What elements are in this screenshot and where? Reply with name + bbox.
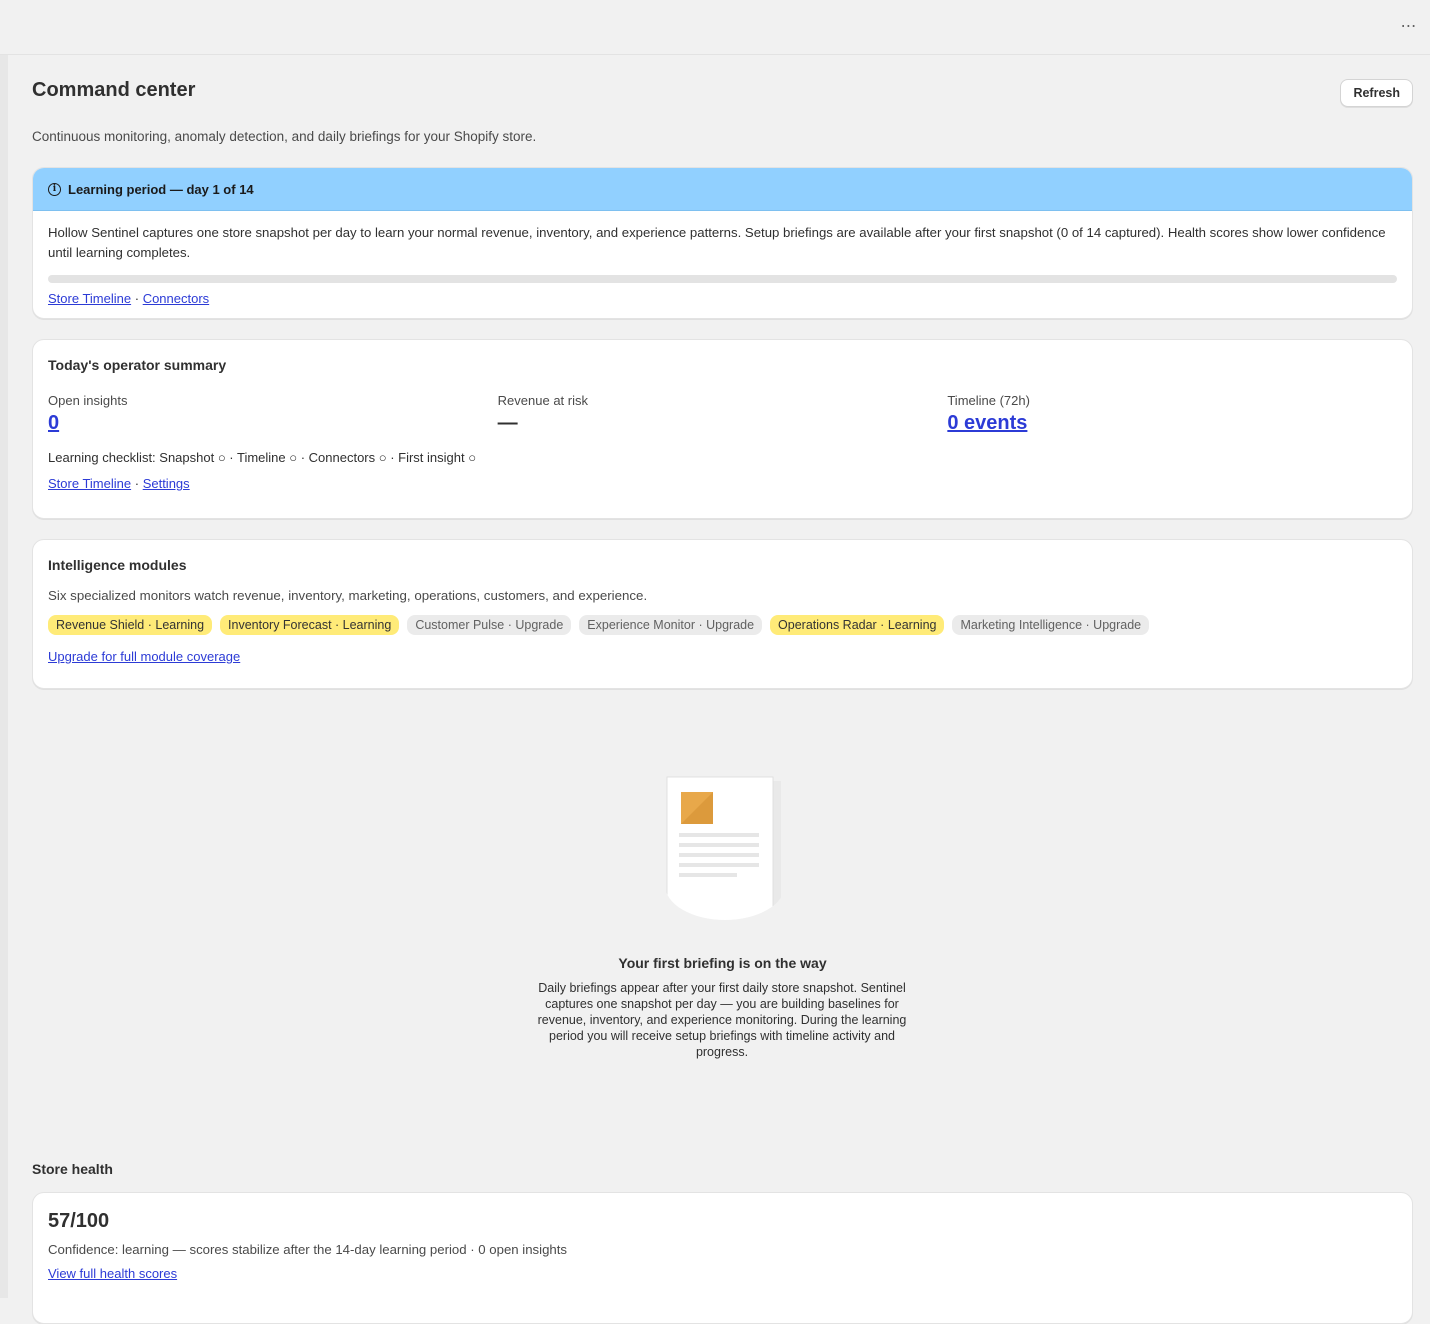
summary-metrics: Open insights 0 Revenue at risk — Timeli… bbox=[48, 393, 1397, 438]
module-chip-inventory-forecast: Inventory Forecast · Learning bbox=[220, 615, 400, 635]
metric-label: Open insights bbox=[48, 393, 128, 408]
metric-label: Timeline (72h) bbox=[947, 393, 1030, 408]
empty-state-title: Your first briefing is on the way bbox=[618, 955, 827, 971]
revenue-at-risk-value: — bbox=[497, 412, 518, 434]
summary-title: Today's operator summary bbox=[48, 357, 227, 373]
metric-label: Revenue at risk bbox=[497, 393, 588, 408]
modules-description: Six specialized monitors watch revenue, … bbox=[48, 588, 648, 603]
module-chip-experience-monitor: Experience Monitor · Upgrade bbox=[579, 615, 763, 635]
metric-timeline: Timeline (72h) 0 events bbox=[947, 393, 1397, 438]
view-health-scores-link[interactable]: View full health scores bbox=[48, 1266, 177, 1281]
upgrade-link[interactable]: Upgrade for full module coverage bbox=[48, 649, 240, 664]
link-separator: · bbox=[134, 291, 140, 306]
link-separator: · bbox=[134, 476, 140, 491]
module-chip-revenue-shield: Revenue Shield · Learning bbox=[48, 615, 213, 635]
health-score: 57/100 bbox=[48, 1210, 110, 1232]
learning-checklist: Learning checklist: Snapshot ○ · Timelin… bbox=[48, 450, 477, 465]
module-chips: Revenue Shield · Learning Inventory Fore… bbox=[48, 615, 1397, 635]
module-chip-customer-pulse: Customer Pulse · Upgrade bbox=[407, 615, 572, 635]
health-confidence: Confidence: learning — scores stabilize … bbox=[48, 1242, 568, 1257]
banner-text: Hollow Sentinel captures one store snaps… bbox=[48, 225, 1386, 260]
banner-header: i Learning period — day 1 of 14 bbox=[33, 168, 1412, 211]
info-icon: i bbox=[48, 182, 61, 196]
settings-link[interactable]: Settings bbox=[143, 476, 190, 491]
banner-body: Hollow Sentinel captures one store snaps… bbox=[33, 211, 1412, 309]
modules-title: Intelligence modules bbox=[48, 557, 187, 573]
metric-open-insights: Open insights 0 bbox=[48, 393, 498, 438]
intelligence-modules-card: Intelligence modules Six specialized mon… bbox=[32, 539, 1413, 689]
empty-state-text: Daily briefings appear after your first … bbox=[537, 981, 907, 1059]
banner-title: Learning period — day 1 of 14 bbox=[68, 181, 254, 197]
health-links: View full health scores bbox=[48, 1266, 1397, 1281]
refresh-button[interactable]: Refresh bbox=[1340, 79, 1413, 107]
module-chip-marketing-intelligence: Marketing Intelligence · Upgrade bbox=[952, 615, 1150, 635]
page-subtitle: Continuous monitoring, anomaly detection… bbox=[32, 129, 537, 144]
modules-links: Upgrade for full module coverage bbox=[48, 649, 1397, 664]
store-health-card: 57/100 Confidence: learning — scores sta… bbox=[32, 1192, 1413, 1324]
store-timeline-link[interactable]: Store Timeline bbox=[48, 291, 131, 306]
store-health-heading: Store health bbox=[32, 1161, 113, 1177]
open-insights-link[interactable]: 0 bbox=[48, 412, 59, 434]
module-chip-operations-radar: Operations Radar · Learning bbox=[770, 615, 945, 635]
metric-revenue-at-risk: Revenue at risk — bbox=[498, 393, 948, 438]
learning-progress-bar bbox=[48, 275, 1397, 283]
timeline-events-link[interactable]: 0 events bbox=[947, 412, 1027, 434]
left-rail bbox=[0, 55, 8, 1298]
document-illustration-icon bbox=[666, 776, 781, 920]
learning-period-banner: i Learning period — day 1 of 14 Hollow S… bbox=[32, 167, 1413, 319]
store-timeline-link[interactable]: Store Timeline bbox=[48, 476, 131, 491]
banner-links: Store Timeline · Connectors bbox=[48, 289, 1397, 309]
connectors-link[interactable]: Connectors bbox=[143, 291, 209, 306]
top-bar: ⋯ bbox=[0, 0, 1430, 55]
page-title: Command center bbox=[32, 79, 196, 101]
summary-links: Store Timeline · Settings bbox=[48, 476, 1397, 491]
more-actions-icon[interactable]: ⋯ bbox=[1396, 16, 1422, 38]
operator-summary-card: Today's operator summary Open insights 0… bbox=[32, 339, 1413, 519]
